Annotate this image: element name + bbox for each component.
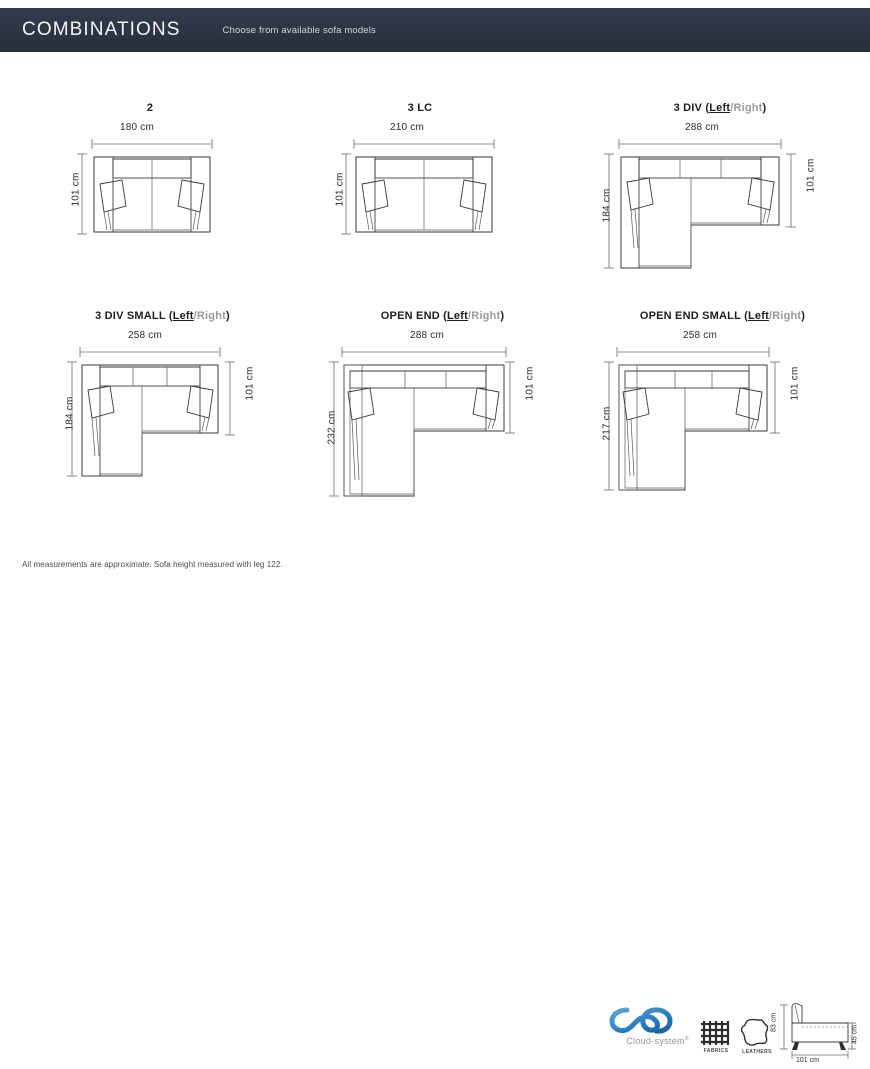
model-title: OPEN END SMALL (Left/Right) — [639, 310, 806, 322]
model-diagram-open-end: 288 cm 232 cm 101 cm — [310, 330, 590, 500]
models-grid: 2 180 cm 101 cm 3 LC 210 cm 101 cm 3 DIV… — [0, 52, 870, 497]
model-card-3div-small[interactable]: 3 DIV SMALL (Left/Right) 258 cm 184 cm 1… — [30, 310, 310, 480]
side-right-label: /Right — [768, 310, 802, 322]
fabric-weave-icon — [701, 1021, 730, 1045]
sofa-top-view-open-end-small — [604, 347, 780, 491]
model-diagram-3lc: 210 cm 101 cm — [300, 122, 550, 242]
model-title: 3 DIV SMALL (Left/Right) — [95, 310, 230, 322]
depth-dimension-label: 101 cm — [70, 172, 82, 207]
cloud-infinity-icon — [609, 1007, 673, 1034]
model-name: 3 DIV SMALL — [95, 310, 169, 322]
depth-dimension-label: 101 cm — [789, 366, 801, 401]
chaise-depth-dimension-label: 217 cm — [601, 406, 613, 441]
fabrics-swatch[interactable]: FABRICS — [700, 1019, 732, 1054]
fabrics-label: FABRICS — [703, 1048, 729, 1054]
model-name: 3 LC — [407, 102, 433, 114]
seat-height-label: 45 cm — [851, 1024, 859, 1045]
sofa-top-view-open-end — [329, 347, 515, 497]
page-subtitle: Choose from available sofa models — [222, 24, 376, 36]
depth-dimension-label: 101 cm — [334, 172, 346, 207]
side-height-label: 83 cm — [770, 1012, 778, 1033]
model-title: 2 — [30, 102, 270, 114]
cloud-system-logo: Cloud-system® — [609, 1005, 705, 1046]
model-name: OPEN END SMALL — [639, 310, 745, 322]
width-dimension-label: 288 cm — [410, 330, 444, 341]
chaise-depth-dimension-label: 232 cm — [326, 410, 338, 445]
sofa-top-view-2 — [77, 139, 213, 235]
cloud-system-label: Cloud-system® — [626, 1036, 689, 1046]
leather-hide-icon — [740, 1018, 769, 1046]
footer-disclaimer: All measurements are approximate. Sofa h… — [22, 560, 283, 569]
model-card-3lc[interactable]: 3 LC 210 cm 101 cm — [300, 102, 550, 242]
width-dimension-label: 258 cm — [683, 330, 717, 341]
width-dimension-label: 258 cm — [128, 330, 162, 341]
sofa-side-view: 83 cm 45 cm 101 cm — [768, 997, 868, 1069]
width-dimension-label: 288 cm — [685, 122, 719, 133]
model-card-open-end[interactable]: OPEN END (Left/Right) 288 cm 232 cm 101 … — [310, 310, 590, 500]
model-card-2[interactable]: 2 180 cm 101 cm — [30, 102, 280, 242]
side-depth-label: 101 cm — [796, 1057, 819, 1064]
page-header: COMBINATIONS Choose from available sofa … — [0, 8, 870, 52]
model-diagram-2: 180 cm 101 cm — [30, 122, 280, 242]
chaise-depth-dimension-label: 184 cm — [601, 188, 613, 223]
model-diagram-3div-small: 258 cm 184 cm 101 cm — [30, 330, 310, 480]
model-title: 3 LC — [300, 102, 540, 114]
width-dimension-label: 180 cm — [120, 122, 154, 133]
model-name: 3 DIV — [673, 102, 706, 114]
side-left-label: Left — [747, 310, 769, 322]
width-dimension-label: 210 cm — [390, 122, 424, 133]
page-title: COMBINATIONS — [22, 19, 181, 40]
model-card-open-end-small[interactable]: OPEN END SMALL (Left/Right) 258 cm 217 c… — [585, 310, 870, 495]
model-name: 2 — [146, 102, 154, 114]
chaise-depth-dimension-label: 184 cm — [64, 396, 76, 431]
model-diagram-3div: 288 cm 184 cm 101 cm — [585, 122, 865, 272]
depth-dimension-label: 101 cm — [805, 158, 817, 193]
model-diagram-open-end-small: 258 cm 217 cm 101 cm — [585, 330, 870, 495]
model-title: 3 DIV (Left/Right) — [673, 102, 767, 114]
side-left-label: Left — [446, 310, 468, 322]
side-left-label: Left — [709, 102, 731, 114]
model-title: OPEN END (Left/Right) — [380, 310, 505, 322]
page-footer: All measurements are approximate. Sofa h… — [0, 497, 870, 1064]
sofa-top-view-3div — [604, 139, 796, 269]
depth-dimension-label: 101 cm — [524, 366, 536, 401]
model-card-3div[interactable]: 3 DIV (Left/Right) 288 cm 184 cm 101 cm — [585, 102, 865, 272]
model-name: OPEN END — [380, 310, 444, 322]
side-right-label: /Right — [193, 310, 227, 322]
side-right-label: /Right — [730, 102, 763, 114]
side-left-label: Left — [172, 310, 194, 322]
side-right-label: /Right — [467, 310, 501, 322]
depth-dimension-label: 101 cm — [244, 366, 256, 401]
